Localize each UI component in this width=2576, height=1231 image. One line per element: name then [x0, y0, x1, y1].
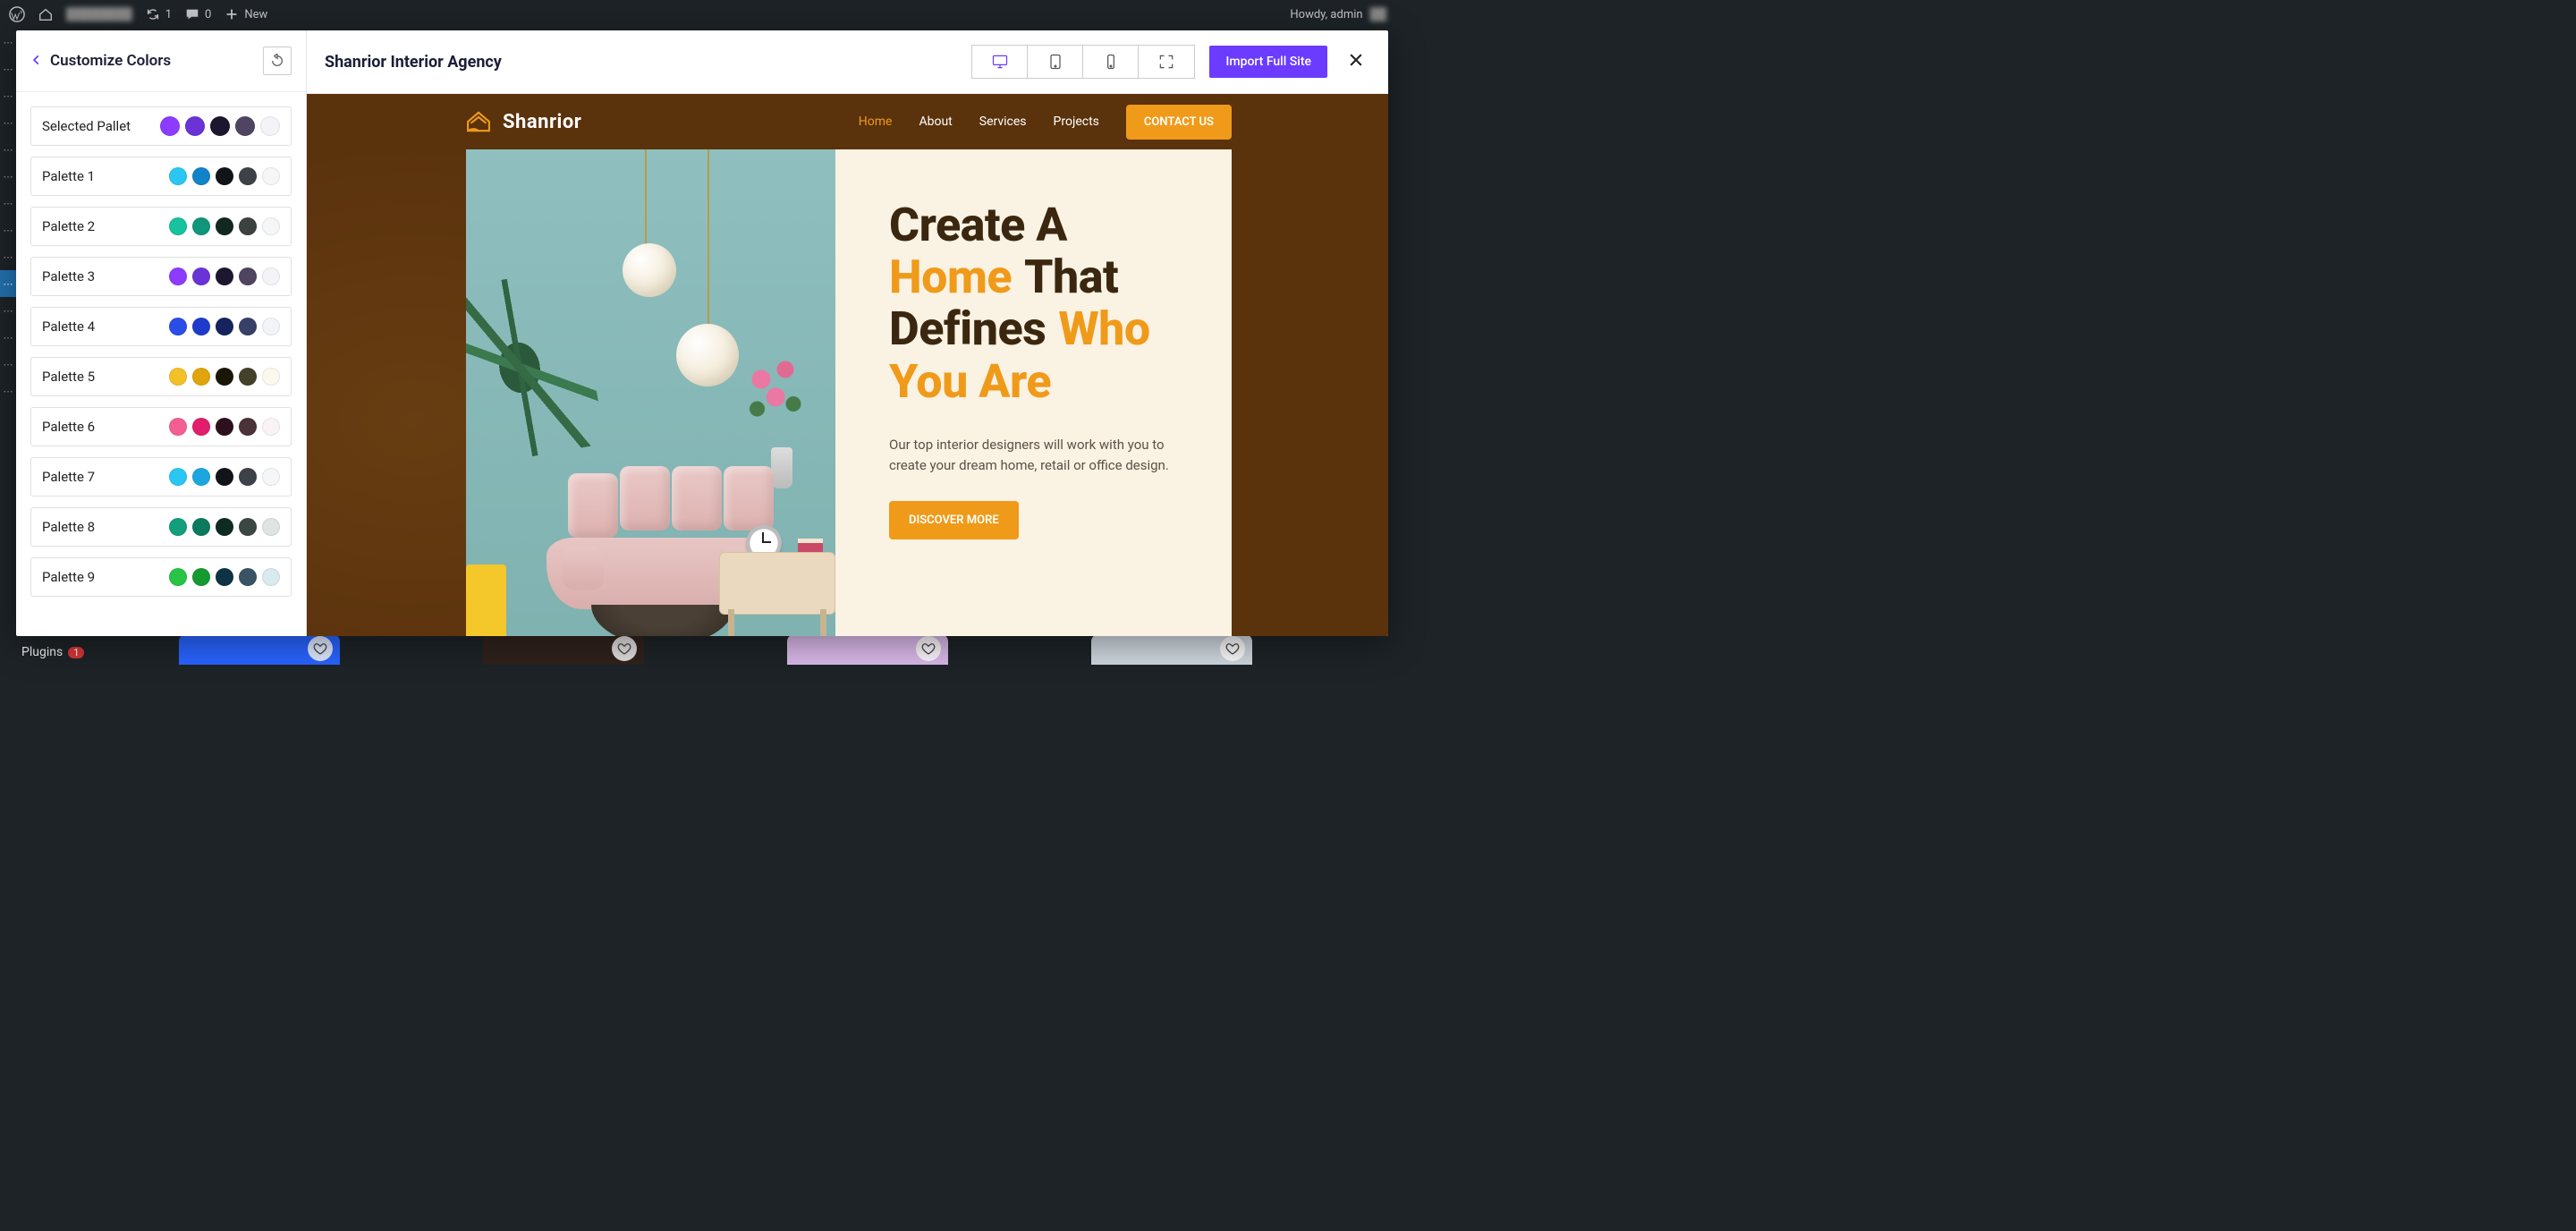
fullscreen-button[interactable] [1139, 46, 1194, 78]
palette-row[interactable]: Palette 1 [30, 157, 292, 196]
howdy-text[interactable]: Howdy, admin [1290, 8, 1362, 21]
palette-label: Palette 3 [42, 268, 169, 284]
palette-label: Palette 8 [42, 519, 169, 535]
panel-title: Customize Colors [50, 52, 256, 70]
selected-palette-row[interactable]: Selected Pallet [30, 106, 292, 146]
nav-about[interactable]: About [919, 115, 952, 129]
desktop-view-button[interactable] [972, 46, 1028, 78]
hero-body: Our top interior designers will work wit… [889, 435, 1185, 477]
palette-swatches [169, 418, 280, 436]
tablet-view-button[interactable] [1028, 46, 1083, 78]
import-button[interactable]: Import Full Site [1209, 46, 1327, 78]
palette-row[interactable]: Palette 3 [30, 257, 292, 296]
template-card[interactable] [179, 634, 340, 665]
wp-admin-bar: ████████ 1 0 New Howdy, admin ██ [0, 0, 1395, 29]
site-logo[interactable]: Shanrior [463, 106, 581, 137]
palette-label: Palette 5 [42, 369, 169, 385]
site-preview: Shanrior Home About Services Projects CO… [307, 94, 1388, 636]
mobile-view-button[interactable] [1083, 46, 1139, 78]
palette-swatches [169, 167, 280, 185]
site-navbar: Shanrior Home About Services Projects CO… [463, 94, 1232, 149]
palette-swatches [169, 518, 280, 536]
nav-home[interactable]: Home [859, 115, 893, 129]
logo-icon [463, 106, 494, 137]
plugins-count-badge: 1 [68, 647, 84, 658]
close-button[interactable] [1342, 46, 1370, 78]
home-icon[interactable] [38, 6, 54, 22]
favorite-icon[interactable] [612, 636, 637, 661]
discover-button[interactable]: DISCOVER MORE [889, 501, 1019, 539]
nav-projects[interactable]: Projects [1054, 115, 1099, 129]
customize-panel: Customize Colors Selected Pallet Palette… [16, 30, 307, 636]
wp-admin-sidebar: ⋯⋯⋯⋯ ⋯⋯⋯⋯ ⋯⋯ ⋯⋯⋯⋯ [0, 29, 16, 668]
palette-label: Palette 2 [42, 218, 169, 234]
favorite-icon[interactable] [308, 636, 333, 661]
reset-button[interactable] [263, 47, 292, 75]
palette-row[interactable]: Palette 6 [30, 407, 292, 446]
selected-swatches [160, 116, 280, 136]
palette-row[interactable]: Palette 5 [30, 357, 292, 396]
palette-label: Palette 9 [42, 569, 169, 585]
preview-pane: Shanrior Interior Agency Import Full Sit… [307, 30, 1388, 636]
palette-label: Palette 6 [42, 419, 169, 435]
contact-button[interactable]: CONTACT US [1126, 105, 1232, 140]
palette-row[interactable]: Palette 2 [30, 207, 292, 246]
updates-icon[interactable]: 1 [145, 6, 172, 22]
template-card[interactable] [787, 634, 948, 665]
template-thumbnails [179, 634, 1386, 665]
wp-logo-icon[interactable] [9, 6, 25, 22]
palette-row[interactable]: Palette 8 [30, 507, 292, 547]
palette-row[interactable]: Palette 4 [30, 307, 292, 346]
back-button[interactable] [30, 53, 43, 70]
hero-section: Create A Home That Defines Who You Are O… [466, 149, 1232, 636]
palette-swatches [169, 318, 280, 335]
palette-label: Palette 4 [42, 318, 169, 335]
palette-list: Selected Pallet Palette 1 Palette 2 Palett… [16, 92, 306, 636]
sidebar-active-item[interactable]: ⋯ [0, 270, 16, 297]
sidebar-item-plugins[interactable]: Plugins 1 [16, 641, 89, 663]
palette-swatches [169, 568, 280, 586]
customizer-modal: Customize Colors Selected Pallet Palette… [16, 30, 1388, 636]
palette-swatches [169, 267, 280, 285]
hero-heading: Create A Home That Defines Who You Are [889, 200, 1185, 408]
palette-label: Palette 1 [42, 168, 169, 184]
palette-swatches [169, 468, 280, 486]
palette-row[interactable]: Palette 9 [30, 557, 292, 597]
favorite-icon[interactable] [916, 636, 941, 661]
avatar-blurred: ██ [1370, 7, 1386, 21]
palette-swatches [169, 217, 280, 235]
site-name-blurred: ████████ [66, 7, 132, 21]
palette-swatches [169, 368, 280, 386]
comments-icon[interactable]: 0 [184, 6, 211, 22]
hero-image [466, 149, 835, 636]
viewport-switch [971, 45, 1195, 79]
template-card[interactable] [483, 634, 644, 665]
new-content[interactable]: New [224, 6, 267, 22]
favorite-icon[interactable] [1220, 636, 1245, 661]
palette-label: Palette 7 [42, 469, 169, 485]
palette-row[interactable]: Palette 7 [30, 457, 292, 497]
template-card[interactable] [1091, 634, 1252, 665]
nav-services[interactable]: Services [979, 115, 1027, 129]
template-title: Shanrior Interior Agency [325, 53, 502, 72]
